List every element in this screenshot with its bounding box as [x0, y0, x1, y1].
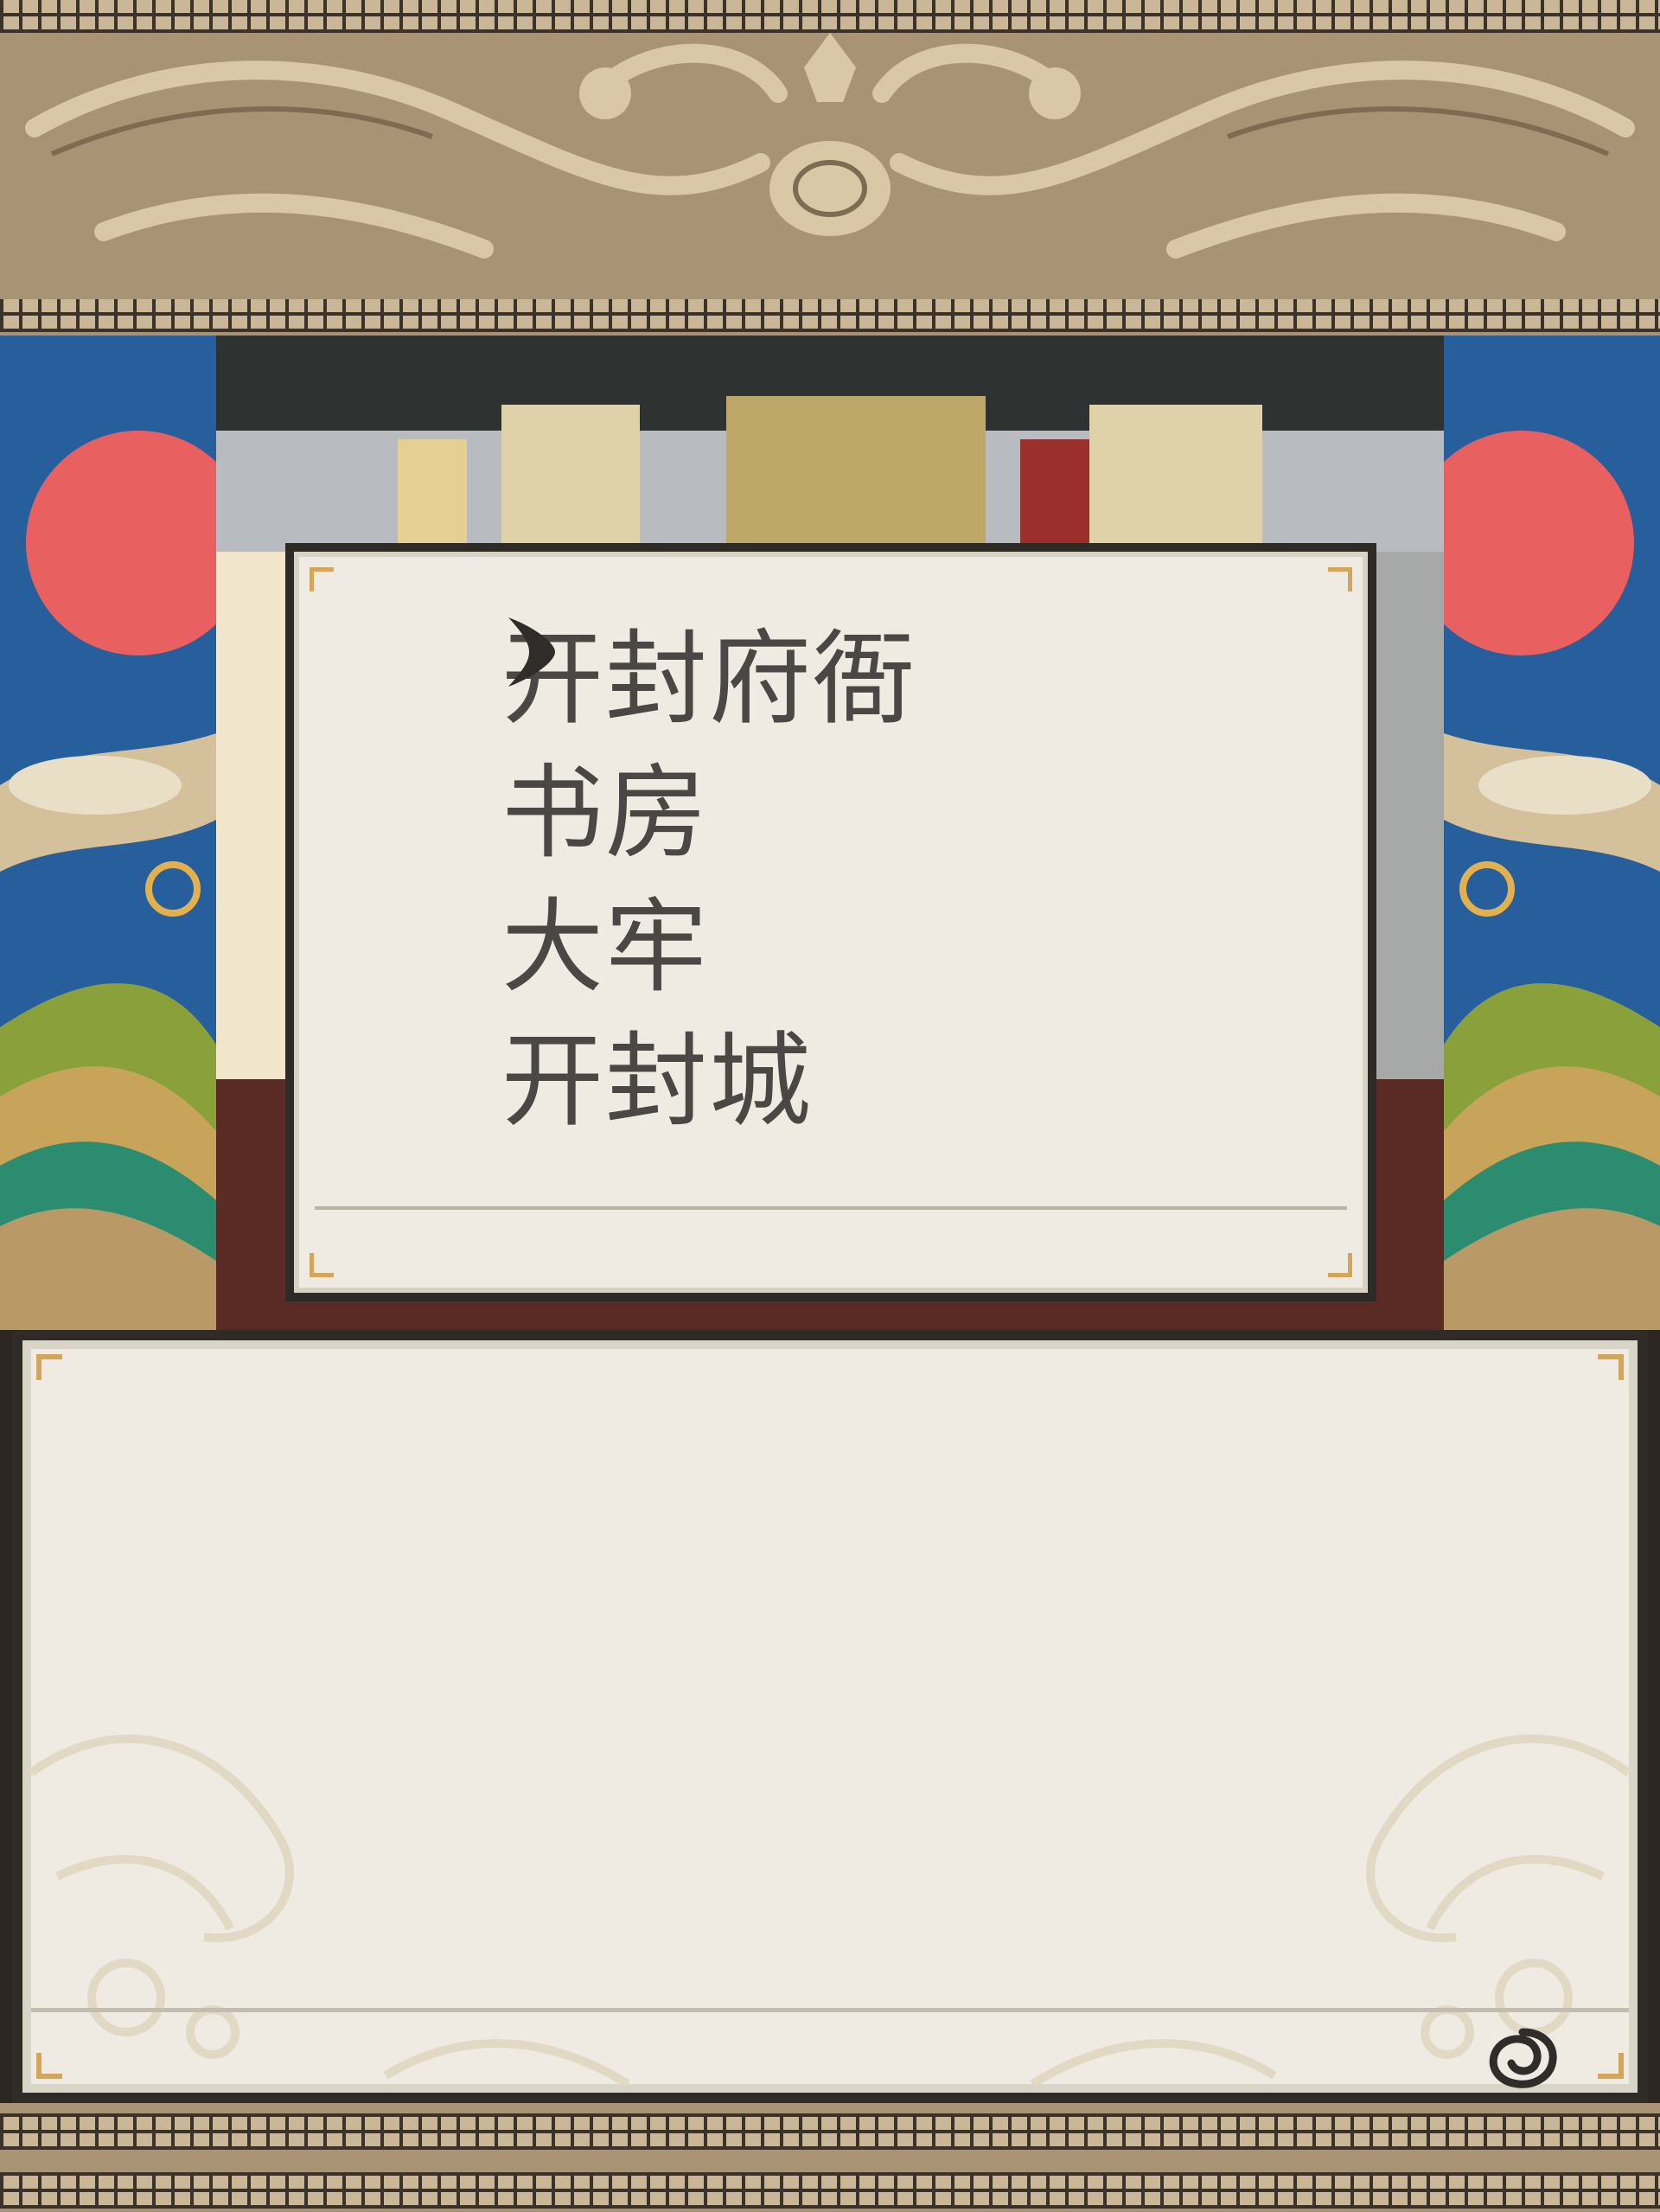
- menu-item-kaifeng-yamen[interactable]: 开封府衙: [501, 612, 916, 746]
- menu-list: 开封府衙 书房 大牢 开封城: [501, 612, 916, 1148]
- bottom-border: [0, 2103, 1660, 2212]
- menu-item-prison[interactable]: 大牢: [501, 880, 916, 1014]
- menu-item-study[interactable]: 书房: [501, 746, 916, 880]
- corner-ornament: [1598, 1354, 1624, 1380]
- dragon-banner: [0, 0, 1660, 336]
- fret-border-bottom: [0, 299, 1660, 332]
- right-mural: [1409, 336, 1660, 1330]
- menu-item-label: 开封城: [501, 1021, 814, 1141]
- chevron-right-icon: [508, 617, 555, 687]
- game-screen: 开封府衙 书房 大牢 开封城: [0, 0, 1660, 2212]
- location-menu: 开封府衙 书房 大牢 开封城: [285, 543, 1376, 1301]
- menu-item-kaifeng-city[interactable]: 开封城: [501, 1014, 916, 1148]
- corner-ornament: [1328, 567, 1352, 591]
- corner-ornament: [310, 567, 334, 591]
- fret-border: [0, 2172, 1660, 2209]
- message-box[interactable]: [12, 1330, 1648, 2103]
- scene-background: 开封府衙 书房 大牢 开封城: [0, 336, 1660, 1330]
- corner-ornament: [36, 2053, 62, 2079]
- fret-border: [0, 2113, 1660, 2150]
- menu-item-label: 书房: [501, 753, 710, 873]
- corner-ornament: [310, 1253, 334, 1277]
- dragon-ornament: [25, 33, 1635, 259]
- menu-item-label: 大牢: [501, 887, 710, 1007]
- swirl-advance-icon[interactable]: [1484, 2023, 1561, 2093]
- corner-ornament: [1328, 1253, 1352, 1277]
- message-divider: [31, 2008, 1629, 2012]
- corner-ornament: [36, 1354, 62, 1380]
- corner-ornament: [1598, 2053, 1624, 2079]
- left-mural: [0, 336, 251, 1330]
- menu-divider: [315, 1206, 1347, 1210]
- menu-item-label: 开封府衙: [501, 619, 917, 738]
- fret-border-top: [0, 0, 1660, 33]
- cloud-pattern: [29, 1734, 1631, 2088]
